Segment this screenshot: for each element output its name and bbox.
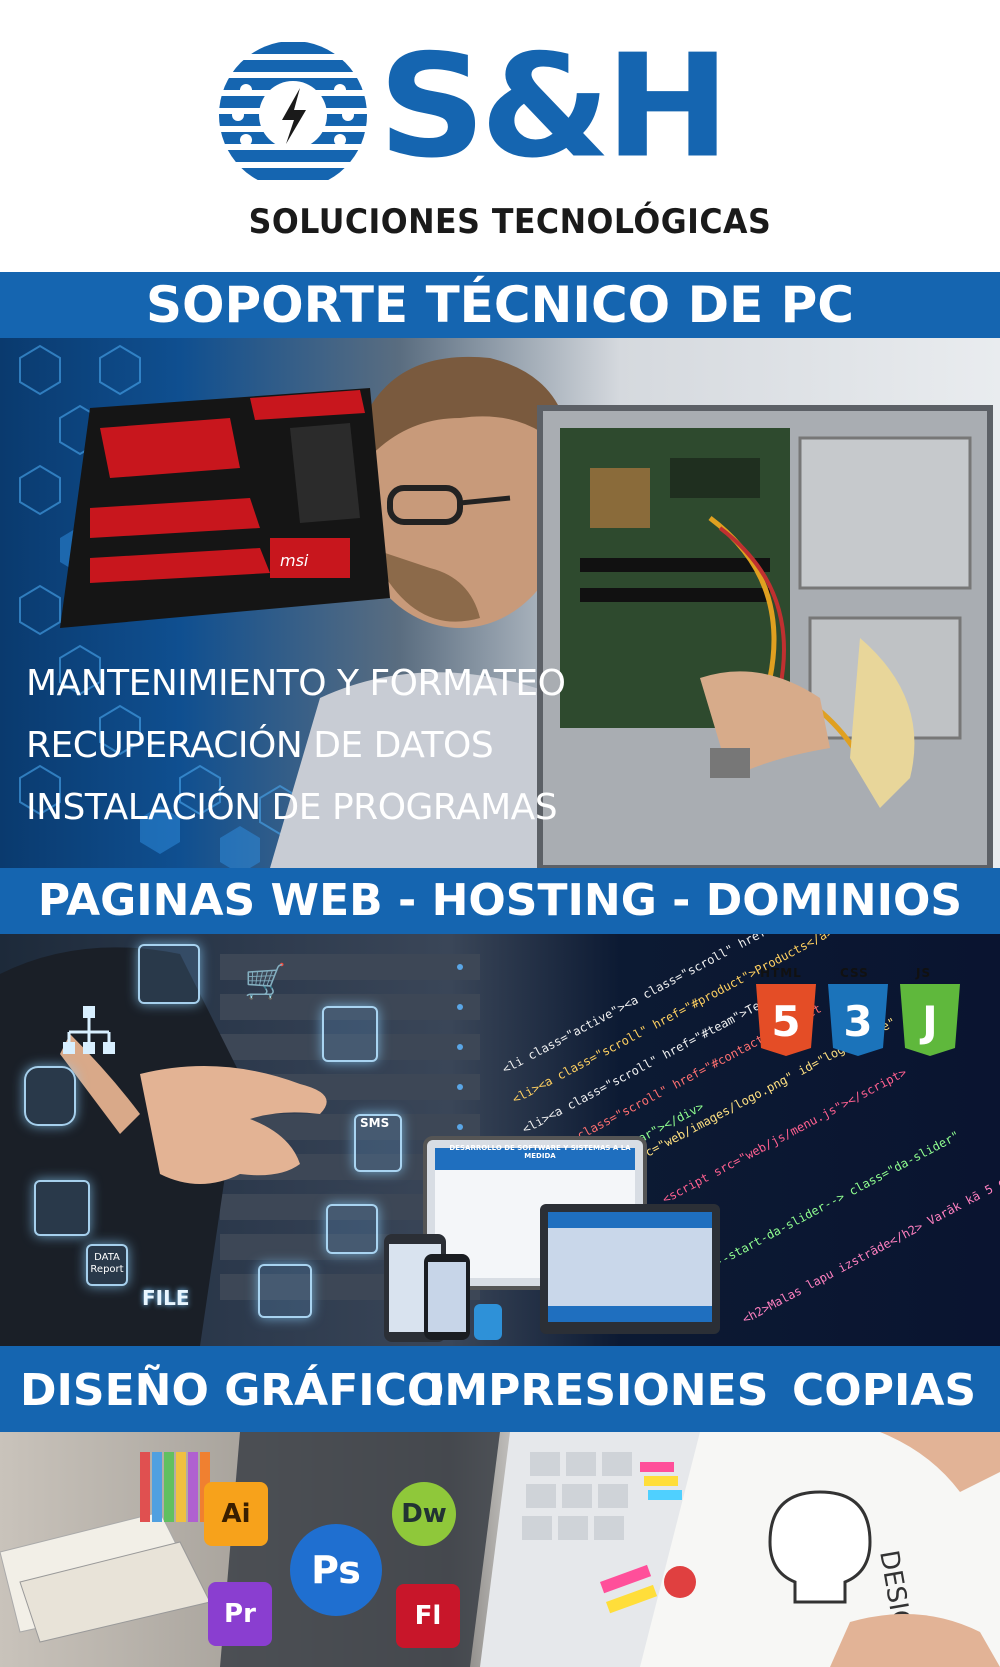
service-item: MANTENIMIENTO Y FORMATEO [0,656,660,712]
network-hierarchy-icon [58,1002,120,1062]
svg-text:msi: msi [280,551,309,570]
brand-name: S&H [378,24,730,190]
flash-icon: Fl [396,1584,460,1648]
responsive-devices-illustration [384,1136,720,1342]
pc-support-photo-section: msi MANTENIMIENTO Y FORMATEO RECUPERACIÓ… [0,338,1000,868]
service-item: INSTALACIÓN DE PROGRAMAS [0,780,660,836]
shopping-cart-icon: 🛒 [244,962,287,1002]
web-technology-badges: HTML CSS JS 5 3 J [756,966,966,1066]
monitor-icon [326,1204,378,1254]
design-desk-illustration: DESIGN [0,1432,1000,1667]
web-banner: PAGINAS WEB - HOSTING - DOMINIOS [0,868,1000,934]
motherboard-illustration: msi [60,388,390,628]
css-label: CSS [840,966,869,980]
file-label: FILE [142,1286,190,1310]
html5-icon: 5 [756,984,816,1056]
photoshop-icon: Ps [290,1524,382,1616]
org-chart-icon [258,1264,312,1318]
brand-tagline: SOLUCIONES TECNOLÓGICAS [248,202,772,242]
design-photo-section: DESIGN Ai Ps Dw Pr Fl [0,1432,1000,1667]
circuit-globe-logo-icon [219,42,367,180]
pc-services-list: MANTENIMIENTO Y FORMATEO RECUPERACIÓN DE… [0,656,660,842]
web-title: PAGINAS WEB - HOSTING - DOMINIOS [37,875,963,926]
svg-text:3: 3 [843,997,872,1046]
service-item: RECUPERACIÓN DE DATOS [0,718,660,774]
premiere-icon: Pr [208,1582,272,1646]
css3-icon: 3 [828,984,888,1056]
js-icon: J [900,984,960,1056]
pc-support-banner: SOPORTE TÉCNICO DE PC [0,272,1000,338]
illustrator-icon: Ai [204,1482,268,1546]
html-label: HTML [760,966,802,980]
device-screen-title: DESARROLLO DE SOFTWARE Y SISTEMAS A LA M… [449,1144,631,1160]
prints-title: IMPRESIONES [428,1365,769,1416]
dreamweaver-icon: Dw [392,1482,456,1546]
copies-title: COPIAS [792,1365,977,1416]
pc-support-title: SOPORTE TÉCNICO DE PC [145,276,854,334]
svg-text:J: J [919,997,938,1046]
design-banner: DISEÑO GRÁFICO IMPRESIONES COPIAS [0,1346,1000,1432]
bar-chart-icon [322,1006,378,1062]
cloud-monitor-icon [138,944,200,1004]
sms-label: SMS [360,1116,390,1130]
js-label: JS [916,966,932,980]
svg-text:5: 5 [771,997,800,1046]
data-report-icon: DATA Report [86,1244,128,1286]
design-title: DISEÑO GRÁFICO [20,1365,445,1416]
car-icon [34,1180,90,1236]
pointer-hand-icon [24,1066,76,1126]
header: S&H SOLUCIONES TECNOLÓGICAS [0,0,1000,272]
web-photo-section: 🛒 DATA Report FILE SMS <li class="active… [0,934,1000,1346]
